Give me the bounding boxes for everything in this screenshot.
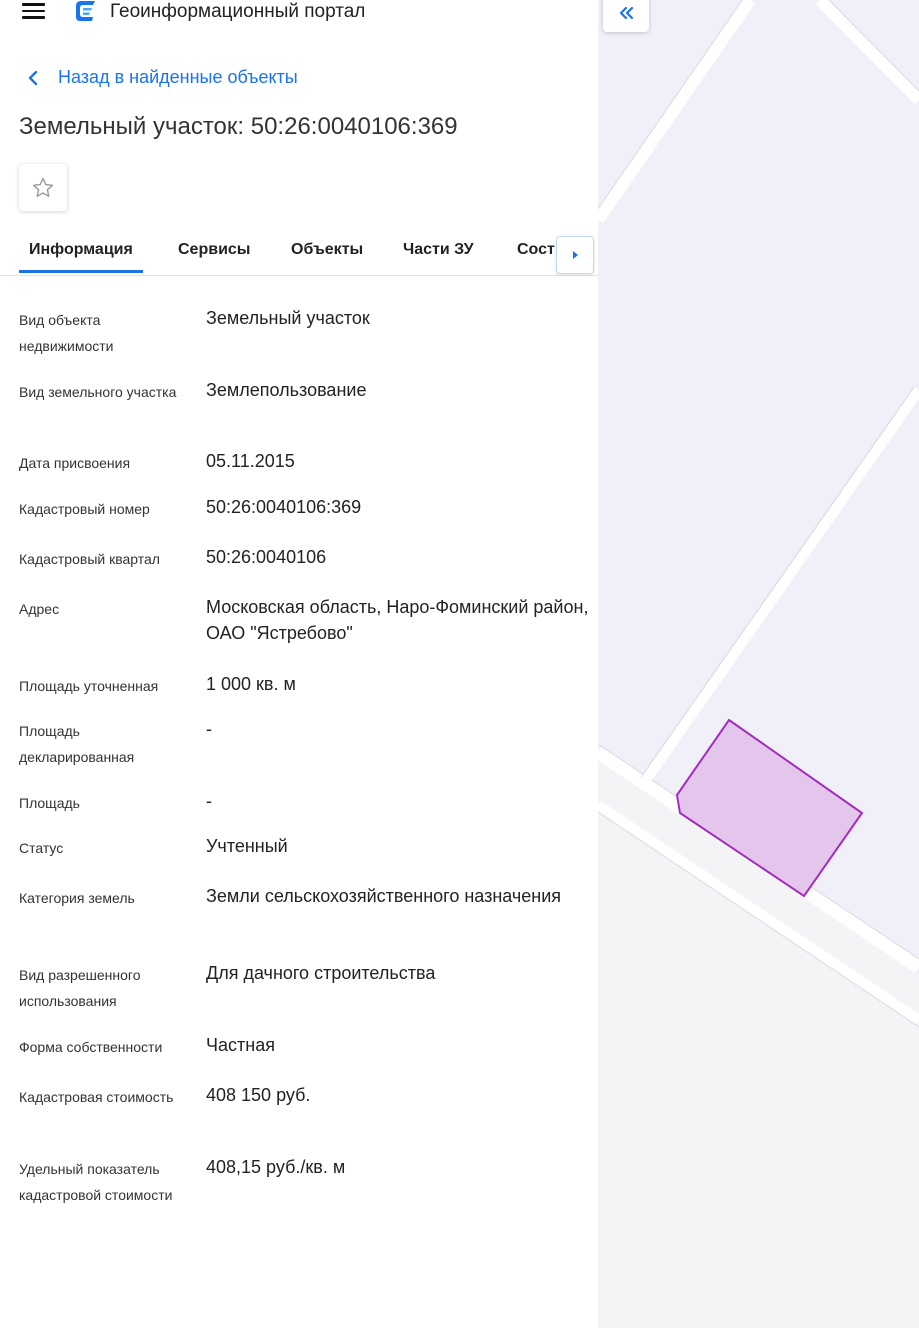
attr-label-address: Адрес (19, 601, 60, 617)
attr-value-status: Учтенный (206, 836, 288, 856)
attr-label-area: Площадь (19, 795, 80, 811)
tab-parcel-parts[interactable]: Части ЗУ (403, 241, 474, 259)
back-link-label: Назад в найденные объекты (58, 67, 298, 87)
attr-label-parcel-type: Вид земельного участка (19, 384, 177, 400)
tab-information[interactable]: Информация (19, 241, 143, 273)
portal-title: Геоинформационный портал (110, 1, 366, 22)
double-chevron-left-icon (619, 6, 634, 20)
map-view[interactable] (598, 0, 919, 1328)
attr-label-area-specified: Площадь уточненная (19, 678, 159, 694)
page-title: Земельный участок: 50:26:0040106:369 (19, 113, 458, 140)
attr-value-ownership: Частная (206, 1035, 275, 1055)
attr-value-address: Московская область, Наро-Фоминский район… (206, 597, 589, 643)
menu-icon[interactable] (22, 3, 45, 19)
tab-objects[interactable]: Объекты (291, 241, 363, 259)
attr-value-cadastral-value: 408 150 руб. (206, 1085, 311, 1105)
attr-value-area: - (206, 791, 212, 811)
attr-value-unit-value: 408,15 руб./кв. м (206, 1157, 346, 1177)
attr-label-cadastral-block: Кадастровый квартал (19, 551, 160, 567)
favorite-button[interactable] (19, 164, 67, 211)
attr-label-cadastral-number: Кадастровый номер (19, 501, 150, 517)
portal-logo-icon[interactable] (74, 0, 98, 22)
attr-value-permitted-use: Для дачного строительства (206, 963, 436, 983)
back-link[interactable]: Назад в найденные объекты (26, 67, 298, 88)
attr-value-parcel-type: Землепользование (206, 380, 367, 400)
chevron-left-icon (28, 70, 38, 85)
attr-label-ownership: Форма собственности (19, 1039, 163, 1055)
attr-label-assigned-date: Дата присвоения (19, 455, 131, 471)
tab-bar: Информация Сервисы Объекты Части ЗУ Сост (0, 231, 598, 276)
attr-label-object-type: Вид объекта недвижимости (19, 312, 114, 354)
attr-label-permitted-use: Вид разрешенного использования (19, 967, 141, 1009)
attr-label-unit-value: Удельный показатель кадастровой стоимост… (19, 1161, 173, 1203)
info-panel: Геоинформационный портал Назад в найденн… (0, 0, 598, 1328)
attr-value-land-category: Земли сельскохозяйственного назначения (206, 886, 562, 906)
collapse-panel-button[interactable] (603, 0, 649, 32)
attr-value-object-type: Земельный участок (206, 308, 370, 328)
caret-right-icon (573, 251, 578, 259)
attr-label-status: Статус (19, 840, 64, 856)
attr-value-cadastral-block: 50:26:0040106 (206, 547, 327, 567)
app-header: Геоинформационный портал (0, 0, 598, 28)
map-canvas[interactable] (598, 0, 919, 1328)
star-outline-icon (32, 177, 54, 197)
attr-value-assigned-date: 05.11.2015 (206, 451, 295, 471)
attr-label-land-category: Категория земель (19, 890, 135, 906)
attr-value-cadastral-number: 50:26:0040106:369 (206, 497, 362, 517)
attr-label-cadastral-value: Кадастровая стоимость (19, 1089, 174, 1105)
tab-services[interactable]: Сервисы (178, 241, 250, 259)
attr-value-area-declared: - (206, 719, 212, 739)
tab-composition[interactable]: Сост (517, 241, 555, 259)
attr-label-area-declared: Площадь декларированная (19, 723, 135, 765)
attr-value-area-specified: 1 000 кв. м (206, 674, 296, 694)
tab-scroll-right-button[interactable] (556, 236, 594, 274)
